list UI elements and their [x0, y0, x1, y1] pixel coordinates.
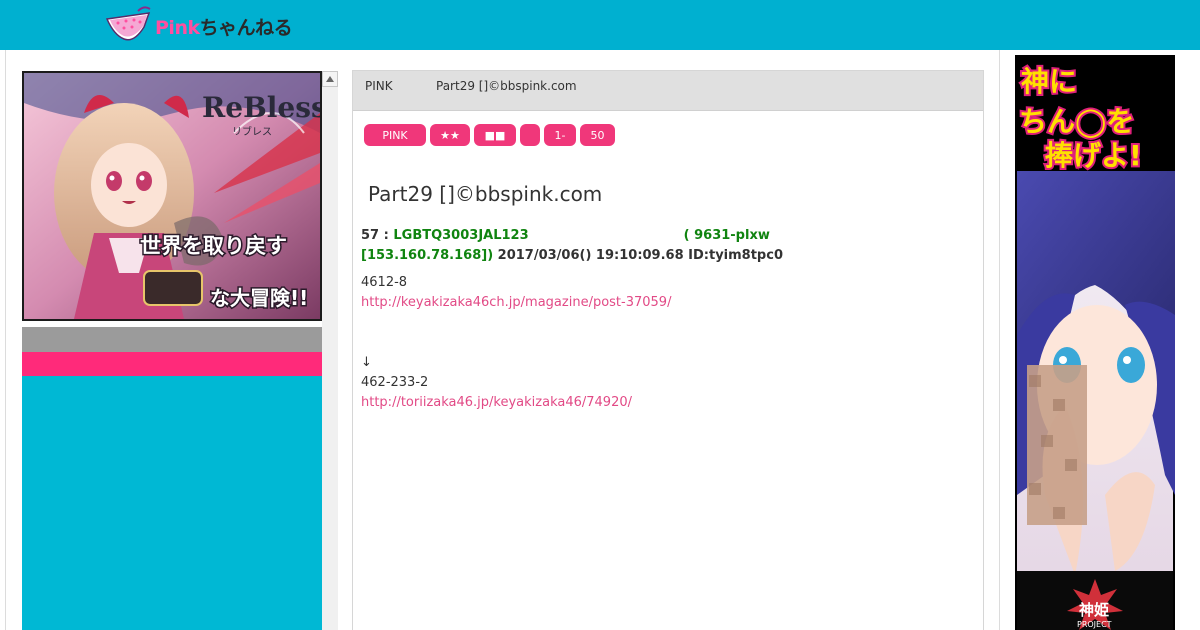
rebless-ad-art: ReBless リブレス 世界を取り戻す な大冒険!!	[24, 73, 320, 319]
ad-brand-text: ReBless	[202, 91, 320, 124]
logo-jp: ちゃんねる	[199, 16, 293, 39]
thread-name-small: Part29 []©bbspink.com	[436, 79, 577, 93]
post-line-empty	[361, 333, 961, 353]
poster-ip: [153.160.78.168])	[361, 248, 494, 263]
nav-button-board[interactable]: PINK	[364, 124, 426, 146]
nav-button-menu[interactable]: ■■	[474, 124, 516, 146]
left-banner-ad[interactable]: ReBless リブレス 世界を取り戻す な大冒険!!	[22, 71, 322, 321]
nav-button-first[interactable]: 1-	[544, 124, 576, 146]
logo-pink: Pink	[155, 16, 200, 39]
ad-brand: 神姫	[1079, 601, 1109, 619]
post-sep: :	[379, 228, 394, 243]
frame-border-left	[5, 50, 6, 630]
nav-button-row: PINK ★★ ■■ 1- 50	[364, 124, 615, 146]
scroll-up-arrow-icon[interactable]	[322, 71, 338, 87]
site-logo[interactable]: Pinkちゃんねる	[104, 5, 293, 47]
left-gray-band	[22, 327, 322, 352]
post-body: 4612-8 http://keyakizaka46ch.jp/magazine…	[361, 273, 961, 413]
ad-headline-2: ちん◯を	[1019, 105, 1134, 138]
top-bar: Pinkちゃんねる	[0, 0, 1200, 50]
ad-brand-sub: PROJECT	[1077, 620, 1112, 629]
panties-logo-icon	[105, 6, 151, 41]
ad-emblem	[143, 270, 203, 306]
right-skyscraper-ad[interactable]: 神に ちん◯を 捧げよ! 神姫 PROJECT	[1015, 55, 1175, 630]
post-datetime: 2017/03/06() 19:10:09.68 ID:tyim8tpc0	[493, 248, 783, 263]
nav-button-favorite[interactable]: ★★	[430, 124, 470, 146]
post-line: 462-233-2	[361, 375, 429, 390]
thread-title: Part29 []©bbspink.com	[368, 182, 603, 206]
left-scrollbar[interactable]	[322, 71, 338, 630]
logo-text: Pinkちゃんねる	[155, 13, 293, 40]
left-pink-band	[22, 352, 322, 376]
nav-button-blank[interactable]	[520, 124, 540, 146]
ad-tagline-1: 世界を取り戻す	[140, 234, 287, 258]
board-header: PINK Part29 []©bbspink.com	[353, 71, 983, 111]
nav-button-latest50[interactable]: 50	[580, 124, 615, 146]
post-header: 57 : LGBTQ3003JAL123 ( 9631-plxw [153.160…	[361, 226, 961, 266]
post-line: 4612-8	[361, 275, 408, 290]
post-link[interactable]: http://keyakizaka46ch.jp/magazine/post-3…	[361, 295, 671, 310]
post-line-empty	[361, 313, 961, 333]
down-arrow-text: ↓	[361, 355, 372, 370]
left-teal-panel	[22, 376, 322, 630]
board-name[interactable]: PINK	[365, 79, 393, 93]
ad-brand-sub: リブレス	[232, 125, 272, 138]
ad-headline-3: 捧げよ!	[1045, 139, 1142, 172]
kamihime-ad-art: 神に ちん◯を 捧げよ! 神姫 PROJECT	[1017, 63, 1175, 630]
post-link[interactable]: http://toriizaka46.jp/keyakizaka46/74920…	[361, 395, 632, 410]
poster-name: LGBTQ3003JAL123	[393, 228, 529, 243]
thread-panel: PINK Part29 []©bbspink.com PINK ★★ ■■ 1-…	[352, 70, 984, 630]
ad-headline-1: 神に	[1021, 65, 1077, 98]
poster-id-part: ( 9631-plxw	[683, 228, 770, 243]
frame-border-right	[999, 50, 1000, 630]
ad-tagline-2: な大冒険!!	[210, 286, 308, 310]
post-number[interactable]: 57	[361, 228, 379, 243]
